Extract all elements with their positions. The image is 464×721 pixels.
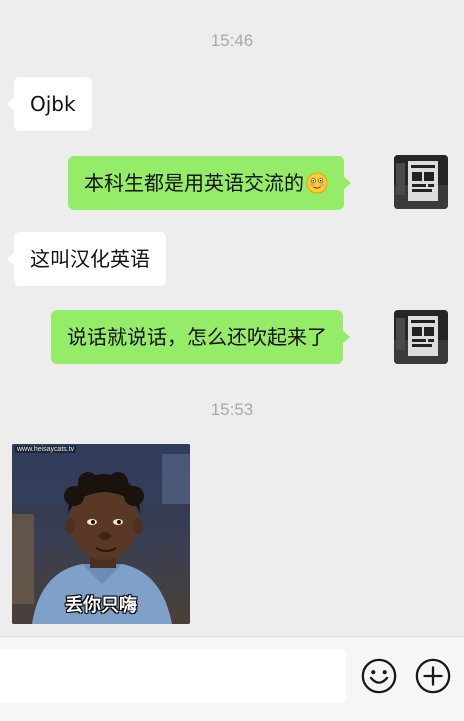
- avatar[interactable]: [394, 310, 448, 364]
- incoming-message[interactable]: 这叫汉化英语: [7, 232, 166, 286]
- chat-input-bar: [0, 636, 464, 721]
- flushed-smile-emoji-icon: [306, 172, 328, 194]
- incoming-message[interactable]: Ojbk: [7, 77, 92, 131]
- sticker-message[interactable]: www.heisaycats.tv 丢你只嗨: [12, 444, 190, 624]
- plus-circle-icon[interactable]: [414, 657, 452, 695]
- message-text: Ojbk: [30, 92, 76, 116]
- message-text: 说话就说话，怎么还吹起来了: [67, 325, 327, 349]
- outgoing-message[interactable]: 说话就说话，怎么还吹起来了: [51, 310, 350, 364]
- message-input[interactable]: [0, 649, 346, 703]
- avatar-image-icon: [394, 310, 448, 364]
- sticker-watermark: www.heisaycats.tv: [15, 446, 77, 453]
- smiley-face-icon[interactable]: [360, 657, 398, 695]
- timestamp: 15:46: [210, 31, 254, 50]
- avatar[interactable]: [394, 155, 448, 209]
- outgoing-message[interactable]: 本科生都是用英语交流的: [68, 156, 351, 210]
- message-text: 本科生都是用英语交流的: [84, 171, 304, 195]
- avatar-image-icon: [394, 155, 448, 209]
- message-text: 这叫汉化英语: [30, 247, 150, 271]
- sticker-caption: 丢你只嗨: [65, 595, 137, 616]
- timestamp: 15:53: [210, 400, 254, 419]
